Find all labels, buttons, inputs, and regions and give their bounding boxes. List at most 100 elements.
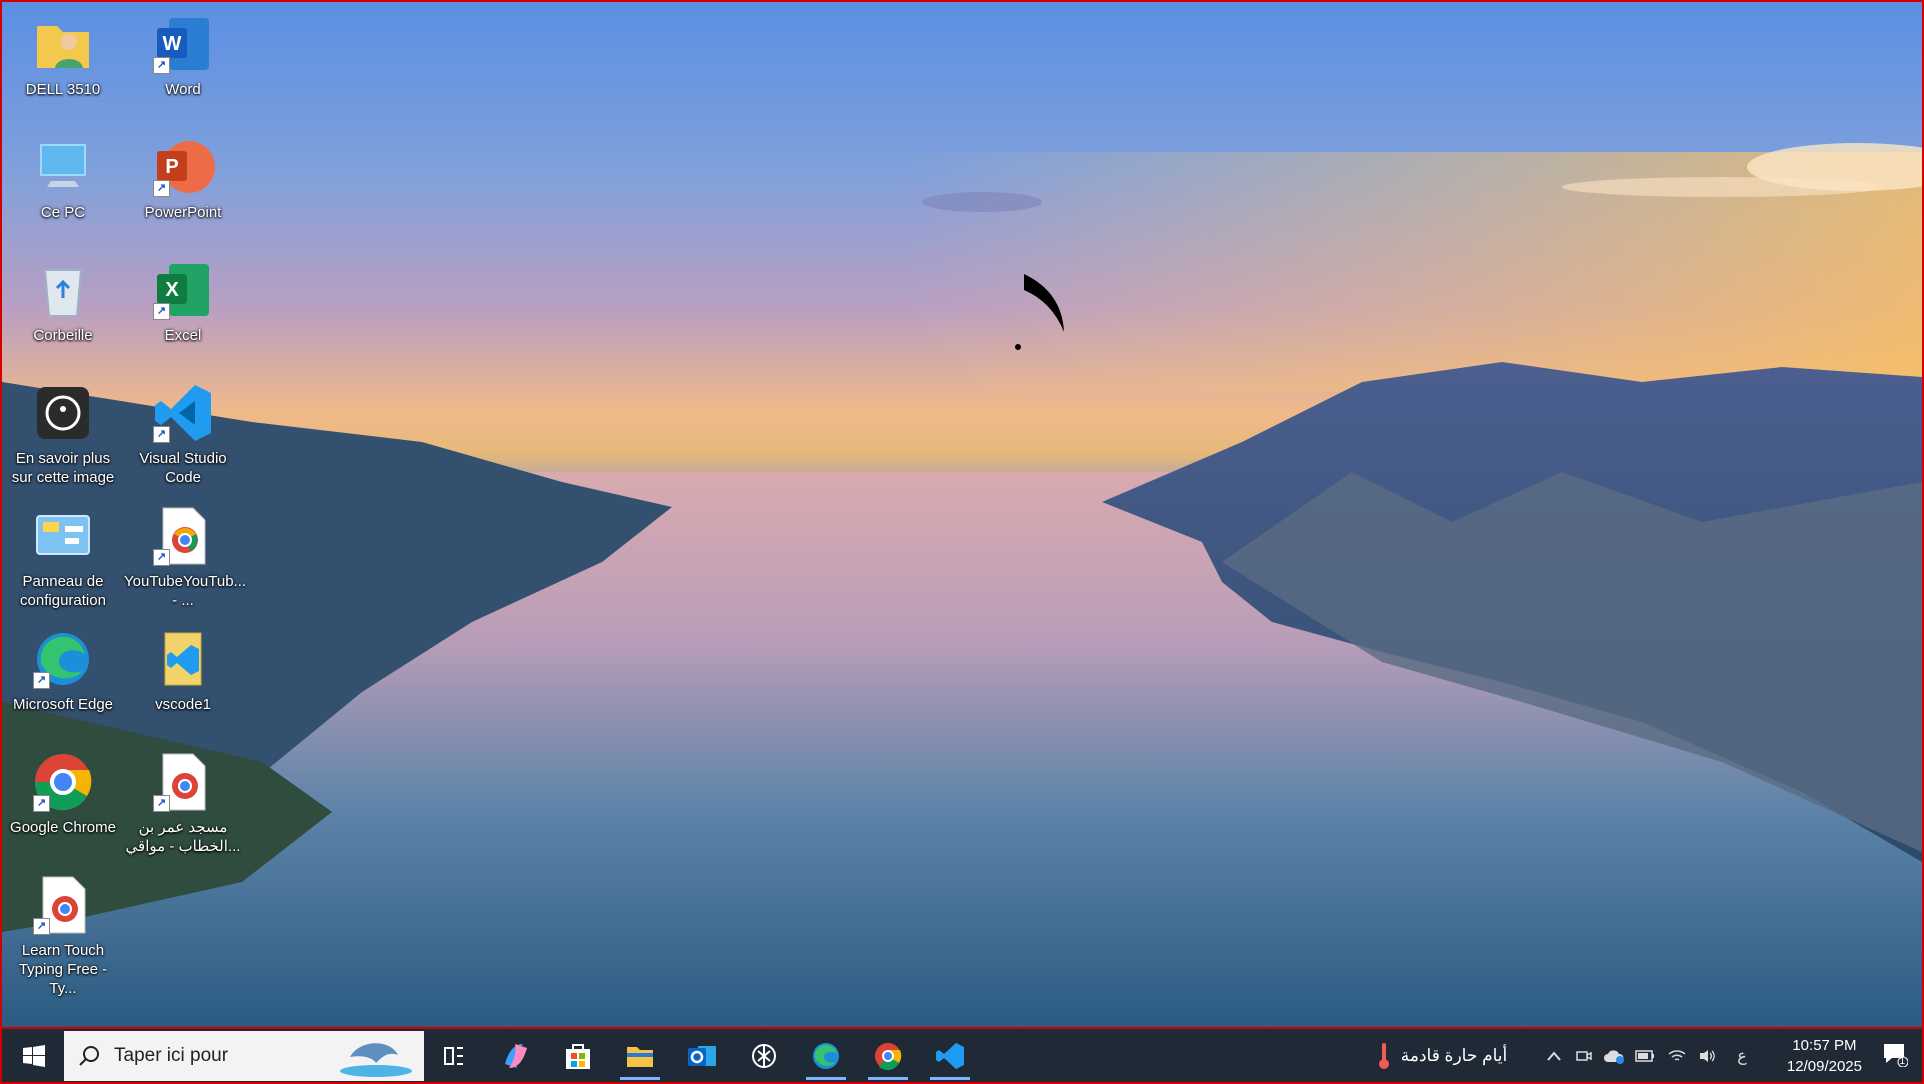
desktop[interactable]: DELL 3510 W ↗ Word Ce PC P ↗ PowerPoint … xyxy=(0,0,1924,1029)
battery-icon xyxy=(1635,1049,1654,1062)
chatgpt-icon xyxy=(752,1043,776,1068)
desktop-icon-label: En savoir plus sur cette image xyxy=(11,450,115,486)
shortcut-arrow-icon: ↗ xyxy=(153,426,170,443)
taskbar-file-explorer[interactable] xyxy=(610,1029,670,1082)
folder-icon xyxy=(627,1046,653,1067)
desktop-icon-label: Microsoft Edge xyxy=(12,696,114,713)
desktop-icon-label: YouTubeYouTub... ‏- ... xyxy=(124,573,247,609)
taskbar-outlook[interactable] xyxy=(672,1029,732,1082)
task-view-button[interactable] xyxy=(424,1029,484,1082)
input-language-label: ع xyxy=(1737,1047,1747,1065)
taskbar-clock[interactable]: 10:57 PM 12/09/2025 xyxy=(1787,1035,1862,1077)
desktop-icon-label: Excel xyxy=(164,327,202,344)
desktop-icon-vscode1[interactable]: vscode1 xyxy=(124,627,242,714)
svg-text:P: P xyxy=(165,156,178,178)
vscode-icon xyxy=(936,1042,964,1069)
vscode-icon: ↗ xyxy=(151,381,215,445)
start-button[interactable] xyxy=(4,1029,64,1082)
clock-time: 10:57 PM xyxy=(1792,1037,1857,1054)
chrome-file-icon: ↗ xyxy=(151,504,215,568)
edge-icon xyxy=(813,1042,839,1069)
weather-widget[interactable]: أيام حارة قادمة xyxy=(1362,1029,1522,1082)
shortcut-arrow-icon: ↗ xyxy=(153,795,170,812)
desktop-icon-panneau-configuration[interactable]: Panneau de configuration xyxy=(4,504,122,610)
shortcut-arrow-icon: ↗ xyxy=(33,795,50,812)
desktop-icon-youtube-shortcut[interactable]: ↗ YouTubeYouTub... ‏- ... xyxy=(124,504,247,610)
taskbar-microsoft-store[interactable] xyxy=(548,1029,608,1082)
task-view-icon xyxy=(444,1046,463,1065)
clock-date: 12/09/2025 xyxy=(1786,1058,1862,1075)
desktop-icon-vscode[interactable]: ↗ Visual Studio Code xyxy=(124,381,242,487)
desktop-icon-ce-pc[interactable]: Ce PC xyxy=(4,135,122,222)
windows-logo-icon xyxy=(23,1044,45,1067)
wifi-icon xyxy=(1668,1049,1686,1061)
taskbar-copilot[interactable] xyxy=(486,1029,546,1082)
shortcut-arrow-icon: ↗ xyxy=(33,672,50,689)
chevron-up-icon xyxy=(1547,1050,1561,1061)
chrome-file-icon: ↗ xyxy=(151,750,215,814)
speaker-icon xyxy=(1700,1049,1715,1062)
desktop-icon-label: PowerPoint xyxy=(144,204,222,221)
desktop-icon-dell-3510[interactable]: DELL 3510 xyxy=(4,12,122,99)
tray-network[interactable] xyxy=(1664,1029,1690,1082)
chrome-icon xyxy=(875,1042,902,1070)
desktop-icon-label: Visual Studio Code xyxy=(139,450,227,486)
outlook-icon xyxy=(688,1045,716,1066)
shortcut-arrow-icon: ↗ xyxy=(153,549,170,566)
copilot-icon xyxy=(505,1043,527,1068)
edge-icon: ↗ xyxy=(31,627,95,691)
camera-icon xyxy=(1576,1050,1592,1061)
taskbar: Taper ici pour أيام حارة قادمة ع 10:57 P… xyxy=(0,1029,1924,1084)
vscode-folder-icon xyxy=(151,627,215,691)
desktop-icon-word[interactable]: W ↗ Word xyxy=(124,12,242,99)
desktop-icon-label: Word xyxy=(165,81,201,98)
chrome-file-icon: ↗ xyxy=(31,873,95,937)
chrome-icon: ↗ xyxy=(31,750,95,814)
shortcut-arrow-icon: ↗ xyxy=(153,180,170,197)
search-placeholder: Taper ici pour xyxy=(114,1045,229,1066)
taskbar-chatgpt[interactable] xyxy=(734,1029,794,1082)
show-hidden-icons-button[interactable] xyxy=(1542,1029,1566,1082)
camera-icon xyxy=(31,381,95,445)
computer-icon xyxy=(31,135,95,199)
thermometer-icon xyxy=(1378,1042,1389,1069)
shortcut-arrow-icon: ↗ xyxy=(153,303,170,320)
taskbar-search-box[interactable]: Taper ici pour xyxy=(64,1031,424,1081)
taskbar-microsoft-edge[interactable] xyxy=(796,1029,856,1082)
excel-icon: X ↗ xyxy=(151,258,215,322)
recycle-bin-icon xyxy=(31,258,95,322)
taskbar-google-chrome[interactable] xyxy=(858,1029,918,1082)
wallpaper xyxy=(2,143,1922,1027)
desktop-icon-label: vscode1 xyxy=(155,696,211,713)
word-icon: W ↗ xyxy=(151,12,215,76)
user-folder-icon xyxy=(31,12,95,76)
tray-meet-now[interactable] xyxy=(1572,1029,1596,1082)
desktop-icon-powerpoint[interactable]: P ↗ PowerPoint xyxy=(124,135,242,222)
desktop-icon-label: Ce PC xyxy=(40,204,86,221)
search-icon xyxy=(79,1046,99,1066)
desktop-icon-learn-touch-typing[interactable]: ↗ Learn Touch Typing Free - Ty... xyxy=(4,873,122,998)
desktop-icon-label: Panneau de configuration xyxy=(20,573,106,609)
store-icon xyxy=(566,1043,590,1069)
powerpoint-icon: P ↗ xyxy=(151,135,215,199)
tray-battery[interactable] xyxy=(1632,1029,1658,1082)
tray-onedrive[interactable] xyxy=(1600,1029,1628,1082)
cloud-icon xyxy=(1604,1049,1624,1064)
svg-text:X: X xyxy=(165,279,179,301)
notification-count: 1 xyxy=(1899,1056,1905,1067)
search-highlight-dolphin-icon xyxy=(340,1043,412,1077)
desktop-icon-excel[interactable]: X ↗ Excel xyxy=(124,258,242,345)
desktop-icon-label: Google Chrome xyxy=(10,819,116,836)
desktop-icon-microsoft-edge[interactable]: ↗ Microsoft Edge xyxy=(4,627,122,714)
action-center-button[interactable]: 1 xyxy=(1882,1041,1909,1072)
tray-volume[interactable] xyxy=(1694,1029,1720,1082)
taskbar-vscode[interactable] xyxy=(920,1029,980,1082)
input-language-indicator[interactable]: ع xyxy=(1730,1029,1754,1082)
desktop-icon-google-chrome[interactable]: ↗ Google Chrome xyxy=(4,750,122,837)
desktop-icon-label: Corbeille xyxy=(33,327,93,344)
desktop-icon-corbeille[interactable]: Corbeille xyxy=(4,258,122,345)
desktop-icon-label: Learn Touch Typing Free - Ty... xyxy=(18,942,108,997)
desktop-icon-en-savoir-plus[interactable]: En savoir plus sur cette image xyxy=(4,381,122,487)
svg-text:W: W xyxy=(163,33,182,55)
desktop-icon-mosque-shortcut[interactable]: ↗ مسجد عمر بن الخطاب - مواقي... xyxy=(124,750,242,856)
